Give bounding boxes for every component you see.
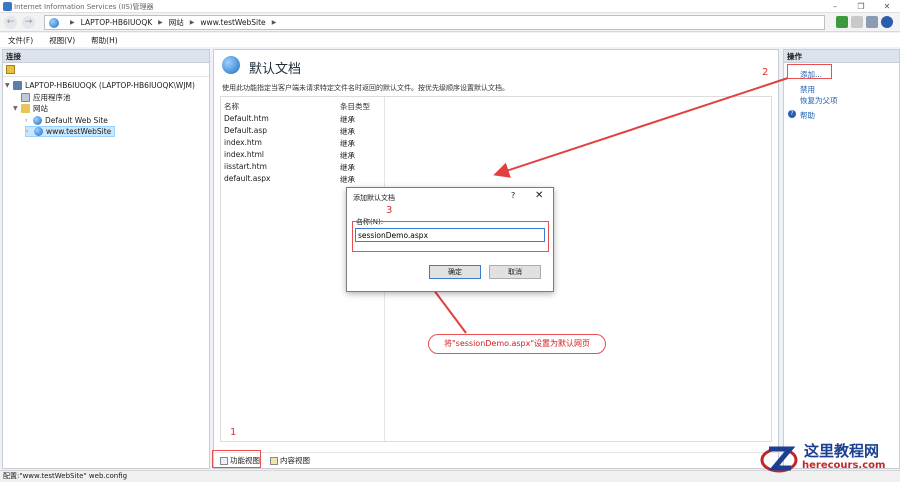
cancel-button[interactable]: 取消 [489,265,541,279]
annotation-box-input [352,221,549,252]
watermark-name: 这里教程网 [804,442,880,460]
watermark-logo-icon [760,446,798,473]
arrow-to-list [493,77,789,178]
dialog-close-button[interactable]: ✕ [535,190,543,201]
annotation-number-1: 1 [230,427,237,438]
annotation-callout: 将"sessionDemo.aspx"设置为默认网页 [428,334,606,354]
annotation-number-2: 2 [762,67,769,78]
annotation-number-3: 3 [386,205,393,216]
dialog-help-button[interactable]: ? [511,191,515,200]
watermark: 这里教程网 herecours.com [756,439,900,479]
annotation-box-features-view [212,450,261,468]
watermark-url: herecours.com [802,460,886,471]
dialog-title: 添加默认文档 [353,194,395,202]
ok-button[interactable]: 确定 [429,265,481,279]
annotation-box-add [787,64,832,79]
